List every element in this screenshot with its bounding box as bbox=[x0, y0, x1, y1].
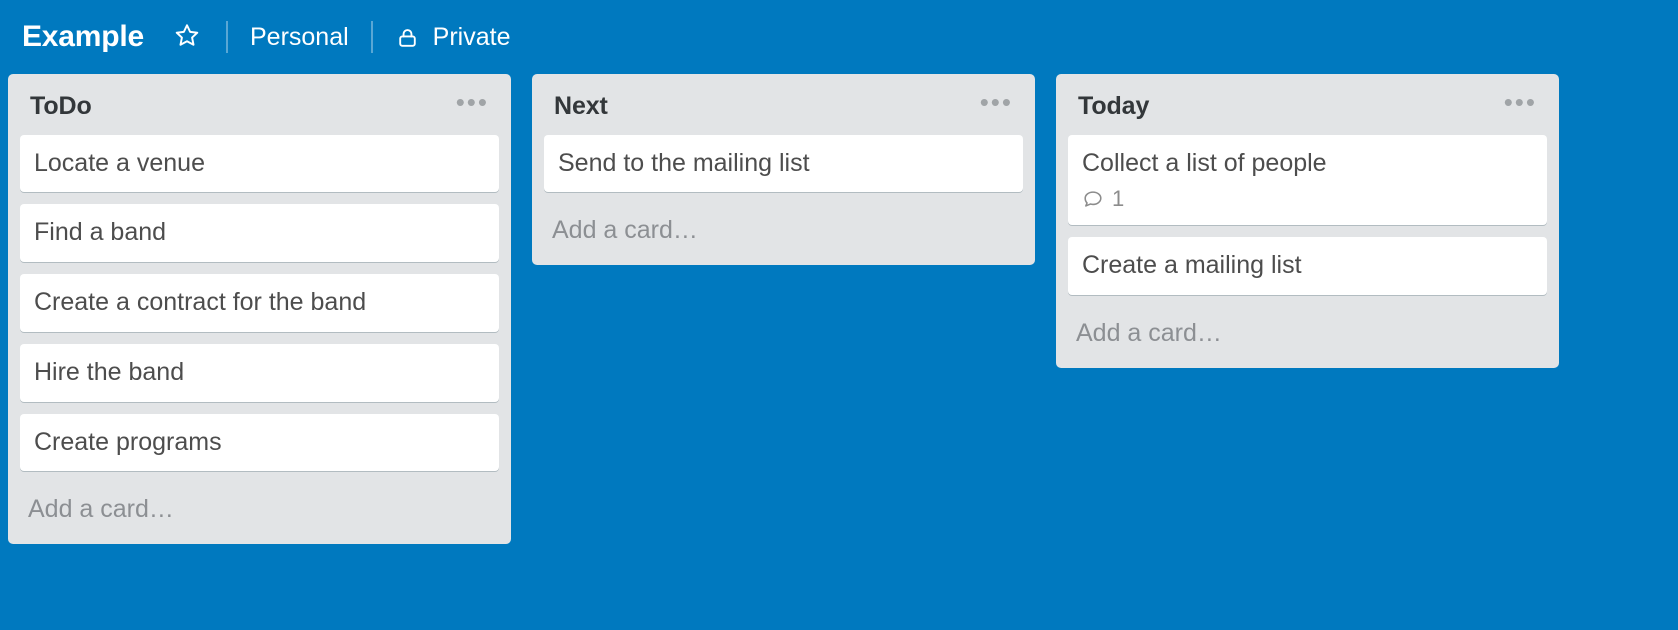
board-privacy-label: Private bbox=[432, 22, 511, 51]
list-column: Next ••• Send to the mailing list Add a car… bbox=[532, 74, 1035, 266]
list-header: ToDo ••• bbox=[8, 74, 511, 135]
card[interactable]: Locate a venue bbox=[20, 134, 499, 193]
card-title: Create programs bbox=[34, 427, 222, 456]
kanban-board: Example Personal Private ToDo ••• Locate… bbox=[0, 0, 1678, 630]
card[interactable]: Create programs bbox=[20, 413, 499, 472]
list-title[interactable]: Next bbox=[554, 92, 608, 121]
board-group-label: Personal bbox=[250, 22, 349, 51]
board-header: Example Personal Private bbox=[0, 0, 1678, 74]
add-card-button[interactable]: Add a card… bbox=[8, 483, 511, 540]
ellipsis-icon[interactable]: ••• bbox=[446, 89, 491, 121]
board-title[interactable]: Example bbox=[22, 22, 144, 52]
star-outline-icon bbox=[174, 22, 200, 53]
list-header: Today ••• bbox=[1056, 74, 1559, 135]
board-visibility-group[interactable]: Personal bbox=[250, 22, 349, 51]
card-title: Send to the mailing list bbox=[558, 148, 810, 177]
card-badges: 1 bbox=[1082, 188, 1533, 210]
card[interactable]: Find a band bbox=[20, 204, 499, 263]
list-column: Today ••• Collect a list of people 1 Create … bbox=[1056, 74, 1559, 369]
star-button[interactable] bbox=[170, 20, 204, 54]
card[interactable]: Send to the mailing list bbox=[544, 134, 1023, 193]
comment-count: 1 bbox=[1112, 186, 1125, 212]
ellipsis-icon[interactable]: ••• bbox=[1494, 89, 1539, 121]
add-card-button[interactable]: Add a card… bbox=[1056, 307, 1559, 364]
card-title: Create a mailing list bbox=[1082, 251, 1302, 280]
card-list: Locate a venue Find a band Create a contra… bbox=[8, 134, 511, 472]
header-divider-1 bbox=[226, 21, 228, 53]
card[interactable]: Hire the band bbox=[20, 343, 499, 402]
comment-badge: 1 bbox=[1082, 188, 1124, 210]
lists-container: ToDo ••• Locate a venue Find a band Create a… bbox=[0, 74, 1678, 545]
header-divider-2 bbox=[370, 21, 373, 53]
card[interactable]: Create a contract for the band bbox=[20, 274, 499, 332]
list-column: ToDo ••• Locate a venue Find a band Create a… bbox=[8, 74, 511, 545]
list-title[interactable]: Today bbox=[1078, 92, 1149, 121]
card-title: Locate a venue bbox=[34, 148, 205, 177]
card[interactable]: Create a mailing list bbox=[1068, 237, 1547, 296]
ellipsis-icon[interactable]: ••• bbox=[970, 89, 1015, 121]
lock-icon bbox=[395, 25, 420, 50]
list-title[interactable]: ToDo bbox=[30, 92, 92, 121]
board-privacy-button[interactable]: Private bbox=[395, 22, 511, 51]
card[interactable]: Collect a list of people 1 bbox=[1068, 134, 1547, 226]
card-list: Collect a list of people 1 Create a mailin… bbox=[1056, 134, 1559, 296]
list-header: Next ••• bbox=[532, 74, 1035, 135]
card-title: Find a band bbox=[34, 218, 167, 247]
add-card-button[interactable]: Add a card… bbox=[532, 204, 1035, 261]
comment-icon bbox=[1082, 188, 1104, 210]
card-list: Send to the mailing list bbox=[532, 134, 1035, 193]
card-title: Create a contract for the band bbox=[34, 288, 367, 317]
card-title: Hire the band bbox=[34, 357, 185, 386]
card-title: Collect a list of people bbox=[1082, 148, 1327, 177]
